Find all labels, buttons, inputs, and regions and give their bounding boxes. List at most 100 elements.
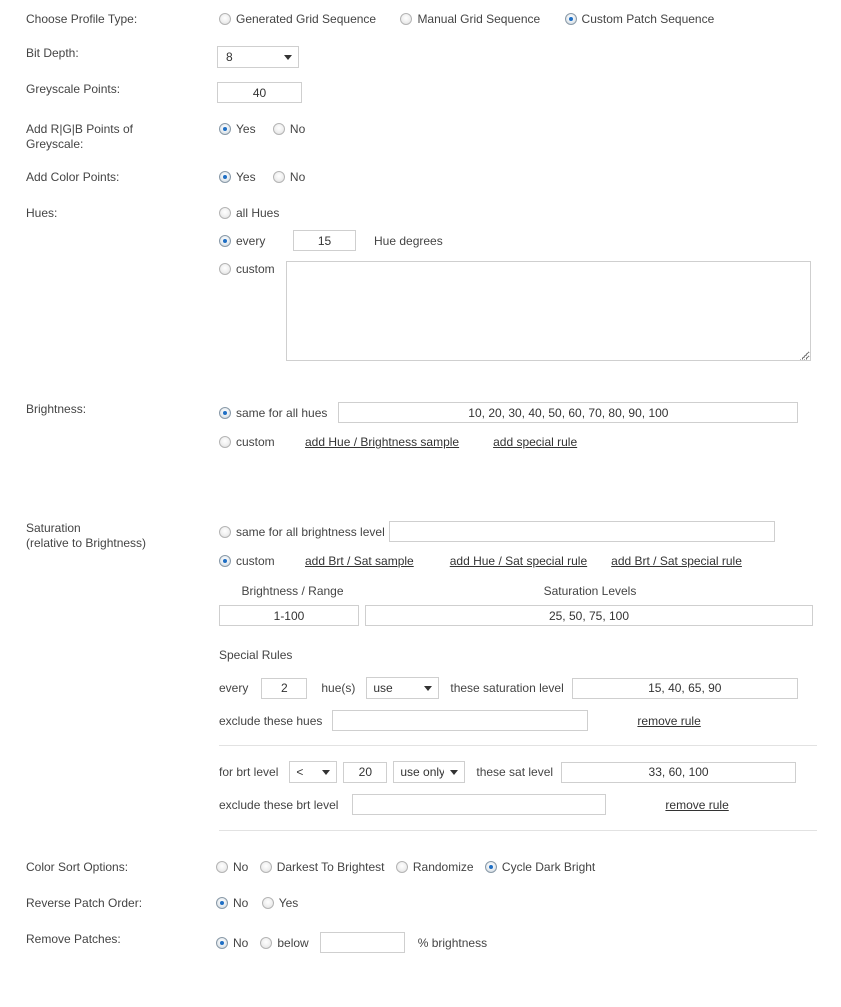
radio-remove-patches-below[interactable]: below bbox=[260, 935, 309, 950]
rule-1-exclude-input[interactable] bbox=[332, 710, 589, 731]
rule-2-comparator-select[interactable]: < bbox=[289, 761, 338, 783]
radio-brightness-same[interactable]: same for all hues bbox=[219, 406, 327, 420]
radio-brightness-custom[interactable]: custom bbox=[219, 435, 275, 449]
radio-reverse-order-yes[interactable]: Yes bbox=[261, 896, 298, 910]
radio-color-sort-darkest-to-brightest[interactable]: Darkest To Brightest bbox=[259, 860, 385, 874]
radio-indicator[interactable] bbox=[400, 13, 413, 25]
radio-remove-patches-no[interactable]: No bbox=[216, 936, 248, 950]
row-bit-depth: Bit Depth: 8 bbox=[0, 46, 841, 68]
link-add-hue-brightness-sample[interactable]: add Hue / Brightness sample bbox=[305, 435, 459, 449]
link-remove-rule-1[interactable]: remove rule bbox=[637, 714, 700, 728]
rule-2-brightness-level-input[interactable] bbox=[343, 761, 388, 783]
saturation-table-header: Brightness / Range Saturation Levels bbox=[219, 584, 841, 598]
radio-indicator[interactable] bbox=[219, 13, 231, 25]
rule-2-comparator-select-wrap[interactable]: < bbox=[289, 761, 338, 783]
radio-label: Manual Grid Sequence bbox=[417, 12, 541, 26]
rule-2-mode-select-wrap[interactable]: use only bbox=[393, 761, 466, 783]
radio-indicator[interactable] bbox=[219, 171, 231, 183]
radio-indicator[interactable] bbox=[272, 123, 285, 135]
brightness-custom-row: custom add Hue / Brightness sample add s… bbox=[219, 435, 841, 449]
radio-saturation-same[interactable]: same for all brightness level bbox=[219, 525, 385, 539]
radio-custom-patch-sequence[interactable]: Custom Patch Sequence bbox=[564, 12, 714, 26]
radio-indicator[interactable] bbox=[261, 897, 274, 909]
custom-patch-sequence-form: Choose Profile Type: Generated Grid Sequ… bbox=[0, 12, 841, 953]
radio-label: Randomize bbox=[412, 860, 474, 874]
radio-hues-all[interactable]: all Hues bbox=[219, 206, 279, 220]
link-add-hue-sat-special-rule[interactable]: add Hue / Sat special rule bbox=[450, 554, 587, 568]
brightness-label: Brightness: bbox=[26, 402, 87, 416]
rule-2-saturation-levels-input[interactable] bbox=[561, 761, 797, 783]
saturation-same-input[interactable] bbox=[388, 521, 775, 542]
radio-indicator[interactable] bbox=[484, 861, 497, 873]
radio-indicator[interactable] bbox=[219, 263, 231, 275]
radio-indicator[interactable] bbox=[216, 861, 228, 873]
link-add-special-rule[interactable]: add special rule bbox=[493, 435, 577, 449]
radio-indicator[interactable] bbox=[219, 525, 231, 538]
bit-depth-select-wrap[interactable]: 8 bbox=[217, 46, 299, 68]
radio-indicator[interactable] bbox=[219, 406, 231, 419]
radio-label: every bbox=[236, 233, 266, 248]
radio-label: Yes bbox=[236, 122, 256, 136]
radio-indicator[interactable] bbox=[259, 861, 272, 873]
radio-indicator[interactable] bbox=[219, 234, 231, 247]
brightness-values-input[interactable] bbox=[338, 402, 799, 423]
rgb-points-label: Add R|G|B Points of Greyscale: bbox=[0, 122, 190, 152]
hues-custom-row: custom bbox=[219, 261, 841, 364]
radio-rgb-points-no[interactable]: No bbox=[272, 122, 305, 136]
rule-2-mode-select[interactable]: use only bbox=[393, 761, 466, 783]
radio-rgb-points-yes[interactable]: Yes bbox=[219, 122, 256, 136]
saturation-levels-input[interactable] bbox=[365, 605, 813, 626]
brightness-range-input[interactable] bbox=[219, 605, 359, 626]
radio-indicator[interactable] bbox=[219, 123, 231, 135]
row-hues: Hues: all Hues every Hue degrees cu bbox=[0, 206, 841, 364]
radio-label: No bbox=[233, 896, 249, 910]
remove-patches-threshold-input[interactable] bbox=[319, 932, 405, 953]
remove-patches-suffix: % brightness bbox=[417, 935, 488, 950]
profile-type-label: Choose Profile Type: bbox=[26, 12, 138, 26]
radio-color-points-yes[interactable]: Yes bbox=[219, 170, 256, 184]
hues-every-row: every Hue degrees bbox=[219, 230, 841, 251]
rule-1-exclude-label: exclude these hues bbox=[219, 713, 323, 728]
radio-color-points-no[interactable]: No bbox=[272, 170, 305, 184]
greyscale-points-input[interactable] bbox=[217, 82, 302, 103]
hues-all-row: all Hues bbox=[219, 206, 841, 220]
radio-indicator[interactable] bbox=[219, 207, 231, 219]
radio-generated-grid-sequence[interactable]: Generated Grid Sequence bbox=[219, 12, 376, 26]
hue-degrees-input[interactable] bbox=[293, 230, 356, 251]
bit-depth-select[interactable]: 8 bbox=[217, 46, 299, 68]
radio-hues-custom[interactable]: custom bbox=[219, 261, 275, 276]
rule-1-hue-count-input[interactable] bbox=[261, 677, 308, 699]
radio-color-sort-randomize[interactable]: Randomize bbox=[395, 860, 474, 874]
rule-1-saturation-levels-input[interactable] bbox=[571, 677, 798, 699]
rule-1-mode-select[interactable]: use bbox=[366, 677, 440, 699]
link-remove-rule-2[interactable]: remove rule bbox=[665, 798, 728, 812]
radio-reverse-order-no[interactable]: No bbox=[216, 896, 248, 910]
radio-indicator[interactable] bbox=[564, 13, 577, 25]
radio-indicator[interactable] bbox=[216, 897, 228, 909]
remove-patches-label: Remove Patches: bbox=[26, 932, 121, 946]
row-profile-type: Choose Profile Type: Generated Grid Sequ… bbox=[0, 12, 841, 28]
radio-label: No bbox=[233, 860, 249, 874]
radio-indicator[interactable] bbox=[219, 436, 231, 448]
radio-indicator[interactable] bbox=[395, 861, 408, 873]
radio-label: Generated Grid Sequence bbox=[236, 12, 377, 26]
radio-label: below bbox=[277, 935, 309, 950]
radio-indicator[interactable] bbox=[216, 936, 228, 949]
radio-hues-every[interactable]: every bbox=[219, 234, 272, 248]
link-add-brt-sat-sample[interactable]: add Brt / Sat sample bbox=[305, 554, 414, 568]
radio-color-sort-no[interactable]: No bbox=[216, 860, 248, 874]
radio-color-sort-cycle-dark-bright[interactable]: Cycle Dark Bright bbox=[484, 860, 595, 874]
radio-indicator[interactable] bbox=[260, 936, 273, 949]
rule-1-suffix: these saturation level bbox=[450, 681, 564, 695]
radio-saturation-custom[interactable]: custom bbox=[219, 554, 275, 568]
link-add-brt-sat-special-rule[interactable]: add Brt / Sat special rule bbox=[611, 554, 742, 568]
rule-2-exclude-input[interactable] bbox=[352, 794, 607, 815]
radio-manual-grid-sequence[interactable]: Manual Grid Sequence bbox=[400, 12, 540, 26]
radio-indicator[interactable] bbox=[272, 171, 285, 183]
radio-indicator[interactable] bbox=[219, 555, 231, 567]
radio-label: all Hues bbox=[236, 206, 280, 220]
rule-1-mode-select-wrap[interactable]: use bbox=[366, 677, 440, 699]
row-brightness: Brightness: same for all hues custom add… bbox=[0, 402, 841, 449]
hues-custom-textarea[interactable] bbox=[286, 261, 811, 361]
row-remove-patches: Remove Patches: No below % brightness bbox=[0, 932, 841, 953]
